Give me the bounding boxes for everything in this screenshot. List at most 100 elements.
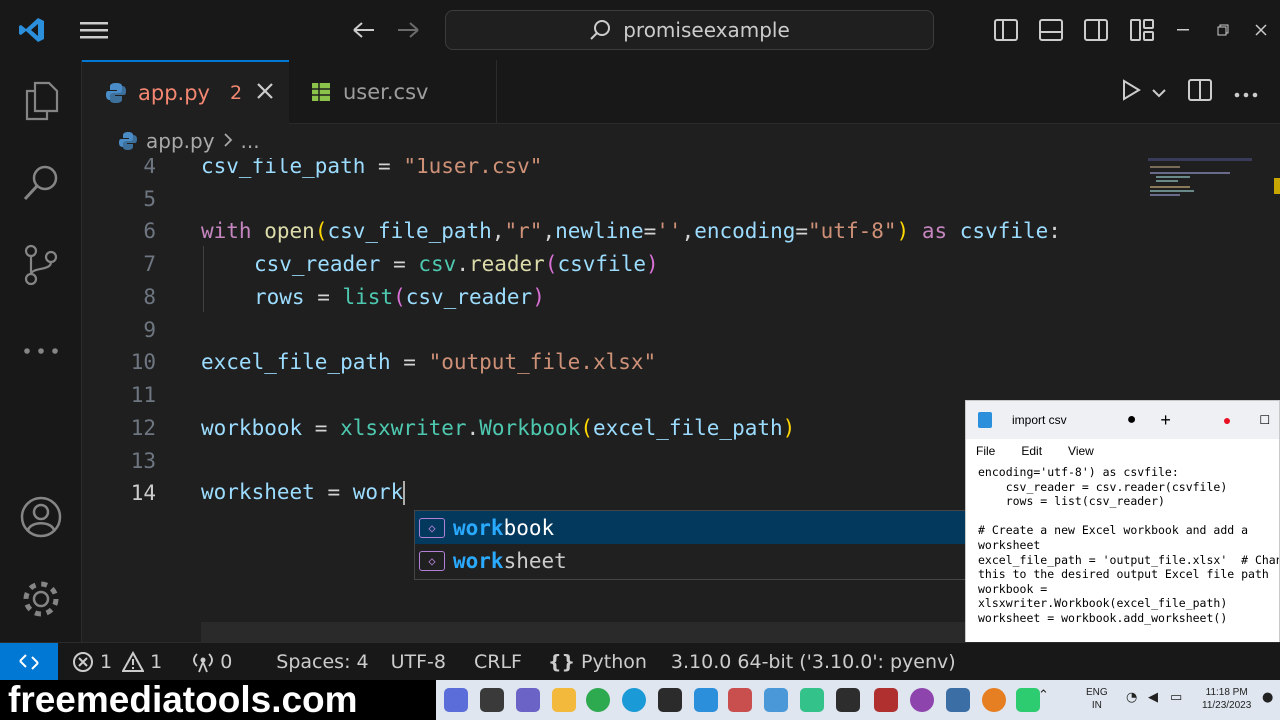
toggle-primary-sidebar-icon[interactable]	[990, 10, 1022, 50]
interpreter-status[interactable]: 3.10.0 64-bit ('3.10.0': pyenv)	[671, 651, 956, 673]
notification-bell-icon[interactable]: ●	[1262, 690, 1273, 705]
restore-icon[interactable]	[1208, 10, 1238, 50]
settings-gear-icon[interactable]	[0, 564, 82, 634]
notepad-icon	[978, 412, 992, 428]
more-actions-icon[interactable]	[1234, 83, 1258, 102]
python-file-icon	[119, 132, 137, 150]
command-center-search[interactable]: promiseexample	[445, 10, 934, 50]
cloud-icon[interactable]	[982, 688, 1006, 712]
line-number: 12	[130, 415, 156, 440]
customize-layout-icon[interactable]	[1126, 10, 1158, 50]
status-bar: 1 1 0 Spaces: 4 UTF-8 CRLF {} Python 3.1…	[0, 642, 1280, 681]
accounts-icon[interactable]	[0, 482, 82, 552]
notepad-taskbar-icon[interactable]	[764, 688, 788, 712]
variable-symbol-icon: ◇	[419, 550, 445, 571]
suggestion-item[interactable]: ◇ workbook	[415, 511, 973, 544]
app-icon[interactable]	[800, 688, 824, 712]
tab-user-csv[interactable]: user.csv	[289, 60, 497, 124]
menu-file[interactable]: File	[976, 444, 995, 458]
eol-status[interactable]: CRLF	[474, 651, 522, 673]
tray-chevron-icon[interactable]: ⌃	[1038, 688, 1049, 703]
language-mode-status[interactable]: {} Python	[548, 651, 647, 673]
back-arrow-icon[interactable]	[348, 10, 380, 50]
chevron-right-icon	[223, 129, 233, 153]
app-icon[interactable]	[444, 688, 468, 712]
close-tab-icon[interactable]	[256, 81, 274, 105]
code-line-4: 4 csv_file_path = "1user.csv"	[82, 158, 1182, 182]
app-icon[interactable]	[480, 688, 504, 712]
app-icon[interactable]	[1016, 688, 1040, 712]
menu-edit[interactable]: Edit	[1021, 444, 1042, 458]
problems-status[interactable]: 1 1	[72, 650, 163, 673]
minimap[interactable]	[1148, 158, 1280, 398]
battery-icon[interactable]: ▭	[1170, 690, 1182, 705]
warning-count: 1	[150, 650, 163, 673]
encoding-status[interactable]: UTF-8	[391, 651, 446, 673]
filezilla-icon[interactable]	[874, 688, 898, 712]
app-icon[interactable]	[946, 688, 970, 712]
variable-symbol-icon: ◇	[419, 517, 445, 538]
maximize-icon[interactable]: ☐	[1259, 413, 1270, 427]
vscode-taskbar-icon[interactable]	[694, 688, 718, 712]
error-count: 1	[100, 650, 113, 673]
notepad-title-bar: import csv ● + ● ☐	[966, 401, 1279, 439]
record-indicator-icon: ●	[1222, 412, 1232, 428]
source-control-icon[interactable]	[0, 230, 82, 300]
more-views-icon[interactable]	[0, 316, 82, 386]
code-line-6: 6 with open(csv_file_path,"r",newline=''…	[82, 214, 1182, 247]
notepad-tab-title[interactable]: import csv	[1012, 413, 1067, 427]
split-editor-icon[interactable]	[1188, 79, 1212, 105]
menu-view[interactable]: View	[1068, 444, 1094, 458]
indentation-status[interactable]: Spaces: 4	[276, 651, 368, 673]
toggle-panel-icon[interactable]	[1035, 10, 1067, 50]
search-icon	[590, 20, 611, 40]
text-cursor	[403, 481, 406, 505]
minimize-icon[interactable]	[1168, 10, 1198, 50]
volume-icon[interactable]: ◀	[1148, 690, 1158, 705]
windows-taskbar: ⌃ ENG IN ◔ ◀ ▭ 11:18 PM 11/23/2023 ●	[436, 680, 1280, 720]
language-indicator[interactable]: ENG IN	[1086, 686, 1108, 712]
remote-icon	[19, 653, 39, 670]
terminal-icon[interactable]	[658, 688, 682, 712]
tab-app-py[interactable]: app.py 2	[82, 60, 289, 124]
close-window-icon[interactable]	[1246, 10, 1276, 50]
line-number: 7	[143, 251, 156, 276]
clock[interactable]: 11:18 PM 11/23/2023	[1202, 686, 1251, 712]
line-number: 9	[143, 317, 156, 342]
breadcrumb-symbols[interactable]: ...	[241, 129, 260, 153]
line-number: 5	[143, 186, 156, 211]
run-dropdown-chevron-icon[interactable]	[1152, 83, 1166, 102]
error-icon	[73, 651, 93, 672]
chrome-icon[interactable]	[586, 688, 610, 712]
search-view-icon[interactable]	[0, 148, 82, 218]
ports-status[interactable]: 0	[192, 651, 232, 673]
app-icon[interactable]	[910, 688, 934, 712]
suggestion-widget: ◇ workbook ◇ worksheet	[414, 510, 974, 580]
forward-arrow-icon[interactable]	[392, 10, 424, 50]
explorer-icon[interactable]	[0, 66, 82, 136]
file-explorer-icon[interactable]	[552, 688, 576, 712]
code-line-7: 7 csv_reader = csv.reader(csvfile)	[82, 247, 1182, 280]
vscode-logo-icon[interactable]	[12, 10, 52, 50]
app-icon[interactable]	[836, 688, 860, 712]
app-icon[interactable]	[728, 688, 752, 712]
toggle-secondary-sidebar-icon[interactable]	[1080, 10, 1112, 50]
wifi-icon[interactable]: ◔	[1126, 690, 1137, 705]
unsaved-dot-icon[interactable]: ●	[1127, 411, 1137, 429]
editor-tab-bar: app.py 2 user.csv	[82, 60, 1280, 124]
remote-indicator[interactable]	[0, 642, 58, 681]
breadcrumb-file[interactable]: app.py	[146, 129, 215, 153]
breadcrumb: app.py ...	[82, 124, 1280, 158]
new-tab-plus-icon[interactable]: +	[1160, 410, 1171, 431]
menu-icon[interactable]	[76, 10, 112, 50]
line-number: 10	[130, 349, 156, 374]
warning-icon	[122, 650, 145, 672]
line-number: 11	[130, 382, 156, 407]
edge-icon[interactable]	[622, 688, 646, 712]
teams-icon[interactable]	[516, 688, 540, 712]
horizontal-scrollbar[interactable]	[201, 622, 1001, 642]
python-file-icon	[106, 83, 126, 103]
tab-user-label: user.csv	[343, 80, 429, 104]
run-python-icon[interactable]	[1120, 79, 1142, 105]
suggestion-item[interactable]: ◇ worksheet	[415, 544, 973, 577]
